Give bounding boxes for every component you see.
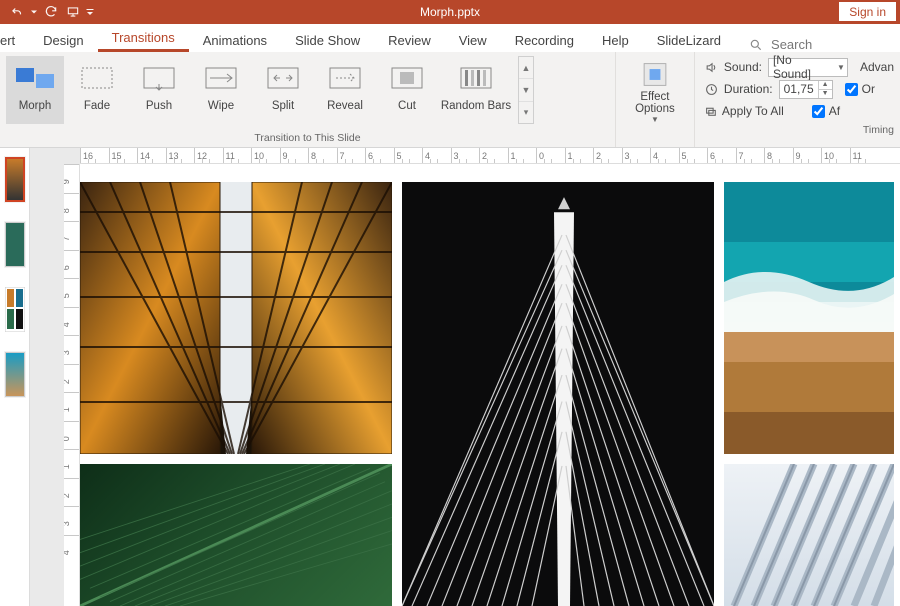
advance-label-partial: Advan — [860, 60, 894, 74]
ruler-vertical: 98765432101234 — [64, 164, 80, 606]
tab-transitions[interactable]: Transitions — [98, 24, 189, 52]
sound-icon — [705, 61, 718, 74]
search-placeholder: Search — [771, 37, 812, 52]
image-buildings[interactable] — [80, 182, 392, 454]
redo-button[interactable] — [40, 1, 62, 23]
gallery-scroll[interactable]: ▲ ▼ ▾ — [518, 56, 534, 124]
workspace: ▲ 1615141312111098765432101234567891011 … — [0, 148, 900, 606]
fade-icon — [76, 62, 118, 94]
split-icon — [262, 62, 304, 94]
image-beach[interactable] — [724, 182, 894, 454]
group-effect-options: Effect Options ▼ — [616, 52, 695, 147]
title-bar: Morph.pptx Sign in — [0, 0, 900, 24]
transition-cut[interactable]: Cut — [378, 56, 436, 124]
ruler-horizontal: 1615141312111098765432101234567891011 — [80, 148, 900, 164]
morph-icon — [14, 62, 56, 94]
tab-slidelizard[interactable]: SlideLizard — [643, 27, 735, 52]
group-label-timing: Timing — [695, 122, 900, 139]
thumbnail-slide-2[interactable] — [4, 217, 26, 272]
wipe-icon — [200, 62, 242, 94]
transition-wipe[interactable]: Wipe — [192, 56, 250, 124]
quick-access-toolbar — [0, 1, 96, 23]
transition-split[interactable]: Split — [254, 56, 312, 124]
chevron-down-icon: ▼ — [837, 63, 845, 72]
spin-down[interactable]: ▼ — [818, 90, 832, 98]
slide-canvas: 1615141312111098765432101234567891011 98… — [30, 148, 900, 606]
transition-push[interactable]: Push — [130, 56, 188, 124]
tab-view[interactable]: View — [445, 27, 501, 52]
sound-label: Sound: — [724, 60, 762, 74]
cut-icon — [386, 62, 428, 94]
tab-animations[interactable]: Animations — [189, 27, 281, 52]
slide[interactable] — [80, 164, 900, 606]
undo-button[interactable] — [6, 1, 28, 23]
push-icon — [138, 62, 180, 94]
transition-fade[interactable]: Fade — [68, 56, 126, 124]
gallery-scroll-down[interactable]: ▼ — [519, 79, 533, 101]
transition-reveal[interactable]: Reveal — [316, 56, 374, 124]
ribbon-tabs: ert Design Transitions Animations Slide … — [0, 24, 900, 52]
slide-thumbnails: ▲ — [0, 148, 30, 606]
search-box[interactable]: Search — [749, 37, 812, 52]
on-click-checkbox[interactable]: Or — [845, 78, 875, 100]
tab-insert-partial[interactable]: ert — [0, 27, 29, 52]
effect-options-button[interactable]: Effect Options ▼ — [624, 56, 686, 124]
tab-design[interactable]: Design — [29, 27, 97, 52]
random-bars-icon — [455, 62, 497, 94]
image-bridge[interactable] — [402, 182, 714, 606]
transition-morph[interactable]: Morph — [6, 56, 64, 124]
effect-options-icon — [640, 60, 670, 89]
chevron-down-icon: ▼ — [651, 115, 659, 124]
apply-to-all-button[interactable]: Apply To All — [705, 100, 784, 122]
transition-random-bars[interactable]: Random Bars — [440, 56, 512, 124]
sound-dropdown[interactable]: [No Sound] ▼ — [768, 58, 848, 77]
tab-slideshow[interactable]: Slide Show — [281, 27, 374, 52]
gallery-expand[interactable]: ▾ — [519, 102, 533, 123]
qat-customize[interactable] — [84, 1, 96, 23]
tab-help[interactable]: Help — [588, 27, 643, 52]
group-label-transition: Transition to This Slide — [0, 130, 615, 147]
clock-icon — [705, 83, 718, 96]
spin-up[interactable]: ▲ — [818, 81, 832, 90]
group-transition-gallery: Morph Fade Push Wipe — [0, 52, 616, 147]
start-from-beginning-button[interactable] — [62, 1, 84, 23]
document-title: Morph.pptx — [420, 5, 480, 19]
sign-in-button[interactable]: Sign in — [839, 2, 896, 21]
thumbnail-slide-3[interactable] — [4, 282, 26, 337]
after-checkbox[interactable]: Af — [812, 100, 840, 122]
gallery-scroll-up[interactable]: ▲ — [519, 57, 533, 79]
duration-spinner[interactable]: 01,75 ▲▼ — [779, 80, 833, 99]
undo-dropdown[interactable] — [28, 1, 40, 23]
tab-recording[interactable]: Recording — [501, 27, 588, 52]
apply-all-icon — [705, 105, 718, 118]
tab-review[interactable]: Review — [374, 27, 445, 52]
image-leaf[interactable] — [80, 464, 392, 606]
group-timing: Sound: [No Sound] ▼ Advan Duration: 01,7… — [695, 52, 900, 147]
reveal-icon — [324, 62, 366, 94]
thumbnail-slide-4[interactable] — [4, 347, 26, 402]
duration-label: Duration: — [724, 82, 773, 96]
ribbon: Morph Fade Push Wipe — [0, 52, 900, 148]
thumbnail-slide-1[interactable] — [4, 152, 26, 207]
search-icon — [749, 38, 763, 52]
image-structure[interactable] — [724, 464, 894, 606]
